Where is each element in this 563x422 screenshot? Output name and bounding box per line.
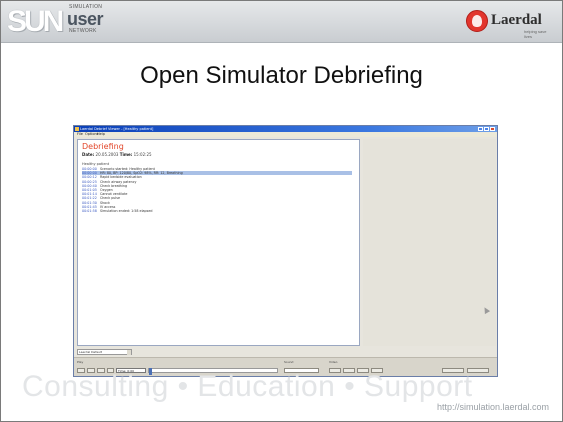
debriefing-heading: Debriefing — [82, 142, 124, 151]
event-log-list: 00:00:00 Scenario started: Healthy patien… — [82, 167, 352, 213]
log-text: Simulation ended: 1:58 elapsed — [100, 208, 153, 213]
sound-label: Sound — [284, 360, 294, 364]
laerdal-logo: Laerdal helping save lives — [464, 9, 554, 39]
footer-tagline: Consulting • Education • Support — [22, 370, 473, 403]
slide-header: SUN SIMULATION user NETWORK Laerdal help… — [1, 1, 562, 43]
time-value: 15:02:25 — [133, 152, 152, 157]
presentation-slide: SUN SIMULATION user NETWORK Laerdal help… — [0, 0, 563, 422]
minimize-icon[interactable] — [478, 127, 483, 131]
menu-file[interactable]: File — [77, 132, 83, 137]
laerdal-wordmark: Laerdal — [491, 12, 542, 28]
date-label: Date: — [82, 152, 95, 157]
sun-logo-letters: SUN — [7, 5, 64, 38]
debriefing-panel: Debriefing Date: 20.05.2003 Time: 15:02:… — [77, 139, 360, 346]
chevron-down-icon[interactable] — [127, 350, 131, 355]
date-value: 20.05.2003 — [95, 152, 120, 157]
menu-help[interactable]: Help — [97, 132, 105, 137]
menu-bar: File Options Help — [74, 132, 497, 137]
maximize-icon[interactable] — [484, 127, 489, 131]
laerdal-emblem-icon — [466, 10, 488, 32]
time-label: Time: — [119, 152, 133, 157]
close-icon[interactable] — [490, 127, 495, 131]
sun-logo-user: user — [67, 9, 104, 29]
playback-label: Play — [77, 360, 84, 364]
slide-title: Open Simulator Debriefing — [140, 62, 423, 89]
sun-logo-line2: NETWORK — [69, 28, 97, 34]
embedded-screenshot: Laerdal Debrief Viewer - [Healthy patien… — [73, 125, 498, 377]
right-panel — [363, 139, 496, 346]
log-selector-dropdown[interactable]: Laerdal Default — [77, 349, 132, 355]
footer-url: http://simulation.laerdal.com — [436, 402, 549, 412]
video-label: Video — [329, 360, 338, 364]
app-icon — [75, 127, 79, 131]
section-label: Healthy patient — [82, 162, 110, 166]
debriefing-date-line: Date: 20.05.2003 Time: 15:02:25 — [82, 152, 152, 157]
log-time: 00:01:58 — [82, 208, 97, 213]
sun-logo: SUN — [7, 6, 65, 38]
log-row[interactable]: 00:01:58 Simulation ended: 1:58 elapsed — [82, 209, 352, 213]
log-selector-value: Laerdal Default — [79, 350, 103, 354]
laerdal-tagline: helping save lives — [524, 29, 547, 39]
